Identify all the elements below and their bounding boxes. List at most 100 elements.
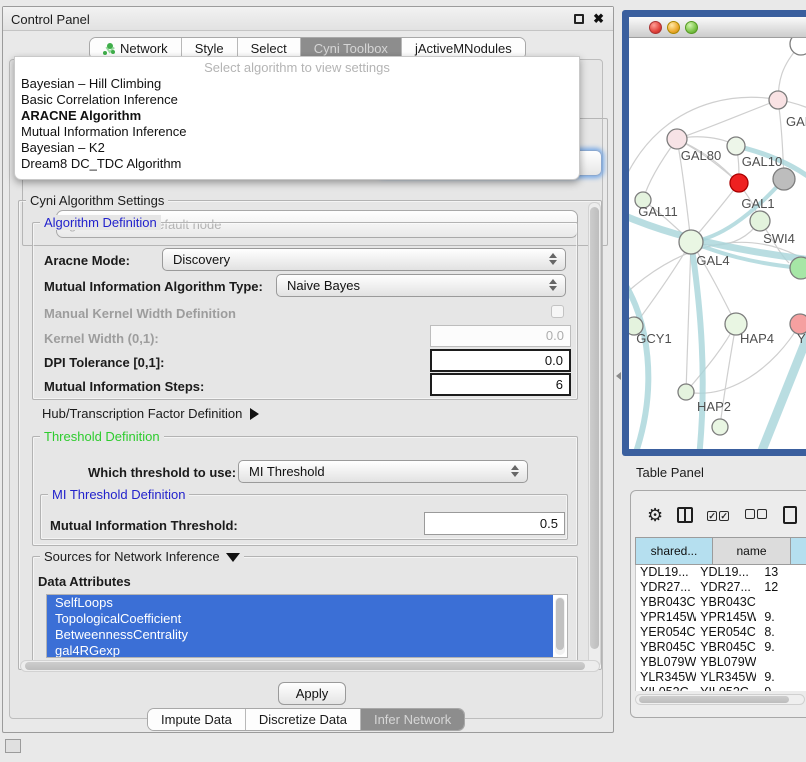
table-row[interactable]: YDL19...YDL19...13 — [636, 565, 806, 580]
table-row[interactable]: YBL079WYBL079W — [636, 655, 806, 670]
network-node-gal10[interactable] — [727, 137, 745, 155]
data-attributes-listbox[interactable]: SelfLoopsTopologicalCoefficientBetweenne… — [46, 594, 568, 658]
table-cell: YDR27... — [696, 580, 756, 595]
list-item[interactable]: BetweennessCentrality — [47, 627, 553, 643]
network-node-gal[interactable] — [769, 91, 787, 109]
dropdown-item[interactable]: Dream8 DC_TDC Algorithm — [15, 156, 579, 172]
table-cell: 12 — [756, 580, 806, 595]
sources-title-toggle[interactable]: Sources for Network Inference — [40, 549, 244, 564]
float-window-icon[interactable] — [574, 14, 584, 24]
table-row[interactable]: YLR345WYLR345W9. — [636, 670, 806, 685]
network-node[interactable] — [712, 419, 728, 435]
list-item[interactable]: gal4RGexp — [47, 643, 553, 658]
mac-close-icon[interactable] — [649, 21, 662, 34]
network-node-gal1[interactable] — [750, 211, 770, 231]
network-icon — [103, 43, 115, 55]
network-node[interactable] — [773, 168, 795, 190]
network-graph: GALGAL80GAL10GAL1SWI4GAL11GAL4GCY1HAP4YH… — [629, 38, 806, 449]
data-attributes-label: Data Attributes — [38, 574, 131, 589]
mi-algorithm-type-combobox[interactable]: Naive Bayes — [276, 274, 566, 297]
table-cell: YDL19... — [636, 565, 696, 580]
dropdown-item[interactable]: ARACNE Algorithm — [15, 108, 579, 124]
aracne-mode-value: Discovery — [173, 252, 230, 267]
which-threshold-combobox[interactable]: MI Threshold — [238, 460, 528, 483]
network-edge — [686, 242, 691, 392]
cyni-settings-title: Cyni Algorithm Settings — [26, 193, 168, 208]
network-node-gal4[interactable] — [679, 230, 703, 254]
network-edge — [686, 324, 736, 392]
column-header-a[interactable]: A — [791, 537, 806, 565]
network-node-label: SWI4 — [763, 231, 795, 246]
manual-kernel-width-checkbox[interactable] — [551, 305, 564, 318]
network-node[interactable] — [790, 38, 806, 55]
tab-label: Select — [251, 41, 287, 56]
settings-horizontal-scrollbar[interactable] — [20, 660, 600, 672]
table-cell: 13 — [756, 565, 806, 580]
table-row[interactable]: YIL052CYIL052C9. — [636, 685, 806, 691]
table-row[interactable]: YER054CYER054C8. — [636, 625, 806, 640]
hub-definition-toggle[interactable]: Hub/Transcription Factor Definition — [42, 406, 259, 421]
table-cell: YBL079W — [696, 655, 756, 670]
bottom-tab-discretize-data[interactable]: Discretize Data — [246, 709, 361, 730]
gear-icon[interactable]: ⚙ — [647, 506, 663, 524]
table-horizontal-scrollbar[interactable] — [635, 694, 805, 705]
bottom-tab-impute-data[interactable]: Impute Data — [148, 709, 246, 730]
network-node-label: HAP2 — [697, 399, 731, 414]
table-cell: YBR045C — [636, 640, 696, 655]
settings-vertical-scrollbar[interactable] — [588, 202, 601, 668]
network-node-label: GCY1 — [636, 331, 671, 346]
network-canvas[interactable]: GALGAL80GAL10GAL1SWI4GAL11GAL4GCY1HAP4YH… — [629, 38, 806, 449]
minimized-panel-icon[interactable] — [5, 739, 21, 753]
dpi-tolerance-field[interactable]: 0.0 — [430, 349, 571, 372]
export-table-icon[interactable] — [783, 506, 797, 524]
network-node-label: GAL80 — [681, 148, 721, 163]
mi-steps-field[interactable]: 6 — [430, 373, 571, 396]
mi-threshold-field[interactable]: 0.5 — [424, 512, 565, 535]
network-node-label: GAL4 — [696, 253, 729, 268]
columns-icon[interactable] — [677, 507, 693, 523]
kernel-width-field[interactable]: 0.0 — [430, 325, 571, 347]
network-node-swi4[interactable] — [790, 257, 806, 279]
network-node-label: GAL1 — [741, 196, 774, 211]
list-item[interactable]: SelfLoops — [47, 595, 553, 611]
dropdown-item[interactable]: Basic Correlation Inference — [15, 92, 579, 108]
dropdown-item[interactable]: Mutual Information Inference — [15, 124, 579, 140]
table-row[interactable]: YBR043CYBR043C — [636, 595, 806, 610]
split-pane-arrow-icon[interactable] — [616, 372, 621, 380]
dropdown-item[interactable]: Bayesian – Hill Climbing — [15, 76, 579, 92]
table-cell: YLR345W — [636, 670, 696, 685]
list-item[interactable]: TopologicalCoefficient — [47, 611, 553, 627]
mac-minimize-icon[interactable] — [667, 21, 680, 34]
table-cell: YDR27... — [636, 580, 696, 595]
column-header-shared[interactable]: shared... — [635, 537, 713, 565]
aracne-mode-combobox[interactable]: Discovery — [162, 248, 566, 271]
table-cell — [756, 595, 806, 610]
close-icon[interactable]: ✖ — [593, 11, 604, 27]
table-cell: YBR043C — [636, 595, 696, 610]
network-node-gal80[interactable] — [667, 129, 687, 149]
table-cell: YBR045C — [696, 640, 756, 655]
deselect-all-icon[interactable] — [745, 506, 769, 524]
table-row[interactable]: YDR27...YDR27...12 — [636, 580, 806, 595]
list-vertical-scrollbar[interactable] — [555, 597, 565, 655]
collapsed-arrow-icon — [250, 408, 259, 420]
column-header-name[interactable]: name — [713, 537, 791, 565]
mi-steps-label: Mutual Information Steps: — [44, 379, 204, 394]
network-window-titlebar[interactable] — [629, 17, 806, 38]
dropdown-item[interactable]: Bayesian – K2 — [15, 140, 579, 156]
control-panel-title: Control Panel — [11, 12, 90, 27]
select-all-icon[interactable]: ✓✓ — [707, 506, 731, 524]
bottom-tab-infer-network[interactable]: Infer Network — [361, 709, 464, 730]
network-node-hap2[interactable] — [678, 384, 694, 400]
table-panel-window: ⚙ ✓✓ shared...nameA YDL19...YDL19...13YD… — [630, 490, 806, 718]
control-panel-titlebar: Control Panel ✖ — [3, 7, 613, 31]
table-row[interactable]: YBR045CYBR045C9. — [636, 640, 806, 655]
network-node[interactable] — [730, 174, 748, 192]
mac-zoom-icon[interactable] — [685, 21, 698, 34]
table-cell: YPR145W — [636, 610, 696, 625]
manual-kernel-width-label: Manual Kernel Width Definition — [44, 306, 236, 321]
table-row[interactable]: YPR145WYPR145W9. — [636, 610, 806, 625]
table-toolbar: ⚙ ✓✓ — [637, 499, 806, 531]
apply-button[interactable]: Apply — [278, 682, 346, 705]
table-panel-title: Table Panel — [636, 465, 704, 480]
